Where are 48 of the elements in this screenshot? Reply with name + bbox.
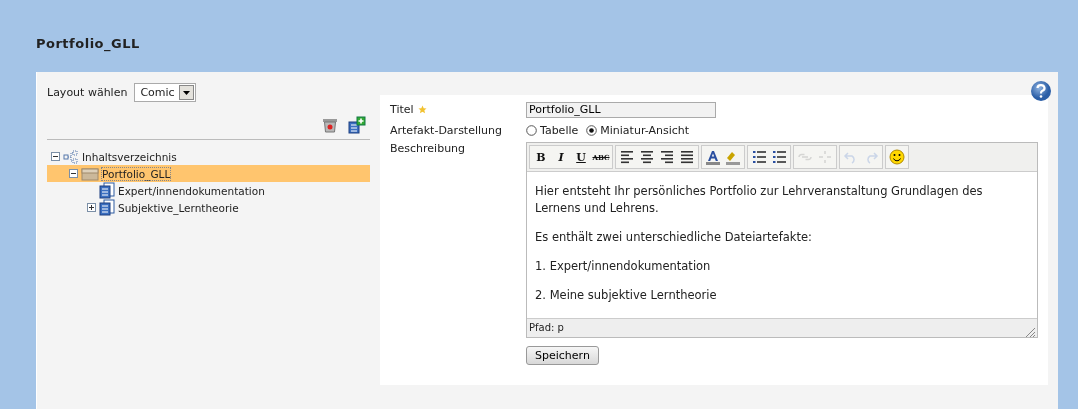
layout-dropdown[interactable]: Comic <box>134 82 196 102</box>
resize-handle-icon[interactable] <box>1026 328 1035 337</box>
collapse-icon[interactable] <box>69 169 78 178</box>
italic-button[interactable]: I <box>551 147 571 167</box>
editor-paragraph: Es enthält zwei unterschiedliche Dateiartefakte: <box>535 229 813 246</box>
radio-circle-icon[interactable] <box>586 125 598 136</box>
add-document-icon[interactable] <box>348 116 366 134</box>
tree-row[interactable]: Subjektive_Lerntheorie <box>47 199 370 216</box>
text-color-icon <box>705 149 721 165</box>
expand-icon[interactable] <box>87 203 96 212</box>
tree-item-label: Inhaltsverzeichnis <box>82 150 177 163</box>
page-title: Portfolio_GLL <box>36 35 141 54</box>
align-right-icon <box>659 149 675 165</box>
collapse-icon[interactable] <box>51 152 60 161</box>
save-button[interactable]: Speichern <box>526 346 599 365</box>
trash-icon[interactable] <box>322 117 338 133</box>
layout-label: Layout wählen <box>47 85 128 99</box>
star-icon <box>417 105 427 114</box>
tree-row[interactable]: Expert/innendokumentation <box>47 182 370 199</box>
tree-item-label: Expert/innendokumentation <box>118 184 265 197</box>
editor-paragraph: 2. Meine subjektive Lerntheorie <box>535 287 718 304</box>
tree-row[interactable]: Portfolio_GLL <box>47 165 370 182</box>
highlight-icon <box>725 149 741 165</box>
document-icon <box>99 199 115 216</box>
title-label: Titel <box>390 103 414 116</box>
underline-button[interactable]: U <box>571 147 591 167</box>
element-path: Pfad: p <box>529 321 564 335</box>
display-label: Artefakt-Darstellung <box>390 124 503 137</box>
align-center-icon <box>639 149 655 165</box>
numbers-icon <box>771 149 787 165</box>
radio-option[interactable]: Miniatur-Ansicht <box>586 124 690 137</box>
tree-row[interactable]: Inhaltsverzeichnis <box>47 148 370 165</box>
bold-button[interactable]: B <box>531 147 551 167</box>
tree-item-label: Portfolio_GLL <box>102 167 171 180</box>
structure-icon <box>63 149 79 164</box>
radio-circle-icon[interactable] <box>526 125 537 136</box>
box-icon <box>81 166 99 181</box>
editor-paragraph: Hier entsteht Ihr persönliches Portfolio zur Lehrveranstaltung Grundlagen des Lernens und Lehrens. <box>535 183 984 217</box>
bullets-icon <box>751 149 767 165</box>
document-icon <box>99 182 115 199</box>
justify-icon <box>679 149 695 165</box>
align-left-icon <box>619 149 635 165</box>
description-label: Beschreibung <box>390 142 467 155</box>
editor-paragraph: 1. Expert/innendokumentation <box>535 258 712 275</box>
radio-option[interactable]: Tabelle <box>526 124 579 137</box>
title-input[interactable]: Portfolio_GLL <box>526 101 716 118</box>
tree-item-label: Subjektive_Lerntheorie <box>118 201 239 214</box>
unlink-icon <box>817 149 833 165</box>
